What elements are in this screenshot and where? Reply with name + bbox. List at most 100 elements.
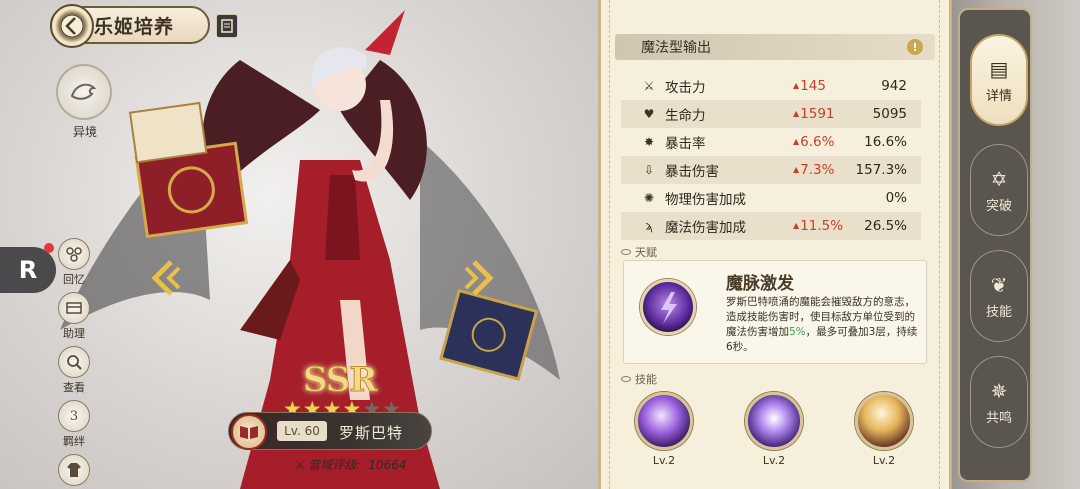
heart-icon: ♥: [643, 107, 655, 121]
skill-level: Lv.2: [872, 454, 896, 467]
tab-label: 突破: [985, 198, 1012, 214]
stat-value: 942: [881, 78, 907, 94]
skill-level: Lv.2: [652, 454, 676, 467]
character-name-plate: Lv. 60 罗斯巴特: [228, 412, 432, 450]
tab-details[interactable]: ▤ 详情: [970, 34, 1028, 126]
skills-row: Lv.2 Lv.2 Lv.2: [633, 392, 933, 472]
dragon-emblem-icon: [56, 64, 112, 120]
stat-row: ♥生命力15915095: [621, 100, 921, 128]
stats-header: 魔法型输出 !: [615, 34, 935, 60]
sword-icon: ⚔: [643, 79, 655, 93]
stat-increase: 7.3%: [793, 162, 834, 178]
skill-level: Lv.2: [762, 454, 786, 467]
tab-label: 详情: [985, 88, 1012, 104]
eye-icon: [621, 376, 631, 382]
prev-character-arrow-icon[interactable]: [145, 258, 185, 298]
talent-description: 罗斯巴特喷涌的魔能会摧毁敌方的意志，造成技能伤害时，使目标敌方单位受到的魔法伤害…: [726, 296, 918, 353]
stat-row: ϡ魔法伤害加成11.5%26.5%: [621, 212, 921, 240]
tab-strip: ▤ 详情 ✡ 突破 ❦ 技能 ✵ 共鸣: [958, 8, 1032, 482]
stat-row: ⇩暴击伤害7.3%157.3%: [621, 156, 921, 184]
side-menu: 回忆 助理 查看 3 羁绊 衣橱: [56, 238, 92, 489]
tab-skills[interactable]: ❦ 技能: [970, 250, 1028, 342]
skill-1-icon: [635, 392, 693, 450]
notification-dot: [44, 243, 54, 253]
info-icon[interactable]: !: [907, 39, 923, 55]
skill-3-icon: [855, 392, 913, 450]
back-button[interactable]: [50, 4, 94, 48]
stat-value: 16.6%: [864, 134, 907, 150]
rating-label: 音域评级:: [308, 458, 361, 472]
tab-label: 技能: [985, 304, 1012, 320]
tab-breakthrough[interactable]: ✡ 突破: [970, 144, 1028, 236]
side-item-label: 助理: [63, 327, 85, 340]
resonance-icon: ✵: [990, 378, 1008, 403]
stat-row: ✺ 物理伤害加成 0%: [621, 184, 921, 212]
skill-2-icon: [745, 392, 803, 450]
character-scene: 乐姬培养 异境 R 回忆 助理 查看 3 羁绊 SSR ★ ★ ★ ★ ★ ★ …: [0, 0, 600, 489]
side-item-view[interactable]: 查看: [56, 346, 92, 396]
crossed-swords-icon: ⚔: [296, 458, 305, 472]
talent-lightning-icon: [640, 279, 696, 335]
breakthrough-icon: ✡: [990, 166, 1008, 191]
talent-card[interactable]: 魔脉激发 罗斯巴特喷涌的魔能会摧毁敌方的意志，造成技能伤害时，使目标敌方单位受到…: [623, 260, 927, 364]
eye-icon: [621, 249, 631, 255]
magic-icon: ϡ: [645, 219, 653, 233]
side-item-assistant[interactable]: 助理: [56, 292, 92, 342]
skill-1[interactable]: Lv.2: [633, 392, 695, 467]
character-level: Lv. 60: [277, 421, 327, 441]
stat-increase: 11.5%: [793, 218, 843, 234]
range-rating: ⚔ 音域评级: 10664: [296, 456, 406, 473]
document-icon[interactable]: [216, 14, 238, 38]
realm-button[interactable]: 异境: [56, 64, 114, 140]
bond-icon: 3: [58, 400, 90, 432]
stats-list: ⚔攻击力145942♥生命力15915095✸暴击率6.6%16.6%⇩暴击伤害…: [621, 72, 921, 240]
view-icon: [58, 346, 90, 378]
stat-value: 157.3%: [855, 162, 907, 178]
realm-label: 异境: [72, 125, 97, 139]
tab-label: 共鸣: [985, 410, 1012, 426]
stat-increase: 6.6%: [793, 134, 834, 150]
page-title-bar: 乐姬培养: [50, 4, 210, 48]
gear-icon: ✺: [643, 191, 655, 205]
assistant-icon: [58, 292, 90, 324]
side-item-wardrobe[interactable]: 衣橱: [56, 454, 92, 489]
stat-value: 5095: [872, 106, 907, 122]
side-item-label: 回忆: [63, 273, 85, 286]
crit-icon: ✸: [643, 135, 655, 149]
memory-icon: [58, 238, 90, 270]
back-icon: [60, 14, 84, 38]
r-menu-button[interactable]: R: [0, 243, 56, 293]
stat-increase: 1591: [793, 106, 834, 122]
r-logo-icon: R: [18, 256, 38, 284]
side-item-bond[interactable]: 3 羁绊: [56, 400, 92, 450]
scroll-icon: ▤: [989, 56, 1009, 81]
rarity-badge: SSR: [303, 360, 379, 401]
stat-value: 0%: [885, 190, 907, 206]
skill-2[interactable]: Lv.2: [743, 392, 805, 467]
stat-row: ✸暴击率6.6%16.6%: [621, 128, 921, 156]
side-item-memory[interactable]: 回忆: [56, 238, 92, 288]
skill-3[interactable]: Lv.2: [853, 392, 915, 467]
skill-icon: ❦: [990, 272, 1008, 297]
crit-damage-icon: ⇩: [643, 163, 655, 177]
skill-section-label: 技能: [621, 371, 657, 387]
rating-value: 10664: [368, 458, 407, 472]
details-panel: 魔法型输出 ! ⚔攻击力145942♥生命力15915095✸暴击率6.6%16…: [598, 0, 952, 489]
stat-name: 物理伤害加成: [665, 192, 746, 208]
book-emblem-icon: [231, 414, 267, 450]
wardrobe-icon: [58, 454, 90, 486]
role-type: 魔法型输出: [641, 40, 711, 56]
stat-value: 26.5%: [864, 218, 907, 234]
talent-section-label: 天赋: [621, 244, 657, 260]
tab-column: ▤ 详情 ✡ 突破 ❦ 技能 ✵ 共鸣: [952, 0, 1080, 489]
talent-name: 魔脉激发: [726, 274, 794, 294]
page-title: 乐姬培养: [94, 15, 175, 38]
stat-increase: 145: [793, 78, 826, 94]
character-name: 罗斯巴特: [339, 424, 404, 442]
next-character-arrow-icon[interactable]: [460, 258, 500, 298]
tab-resonance[interactable]: ✵ 共鸣: [970, 356, 1028, 448]
bond-level: 3: [69, 408, 79, 424]
stat-row: ⚔攻击力145942: [621, 72, 921, 100]
side-item-label: 查看: [63, 381, 85, 394]
side-item-label: 羁绊: [63, 435, 85, 448]
